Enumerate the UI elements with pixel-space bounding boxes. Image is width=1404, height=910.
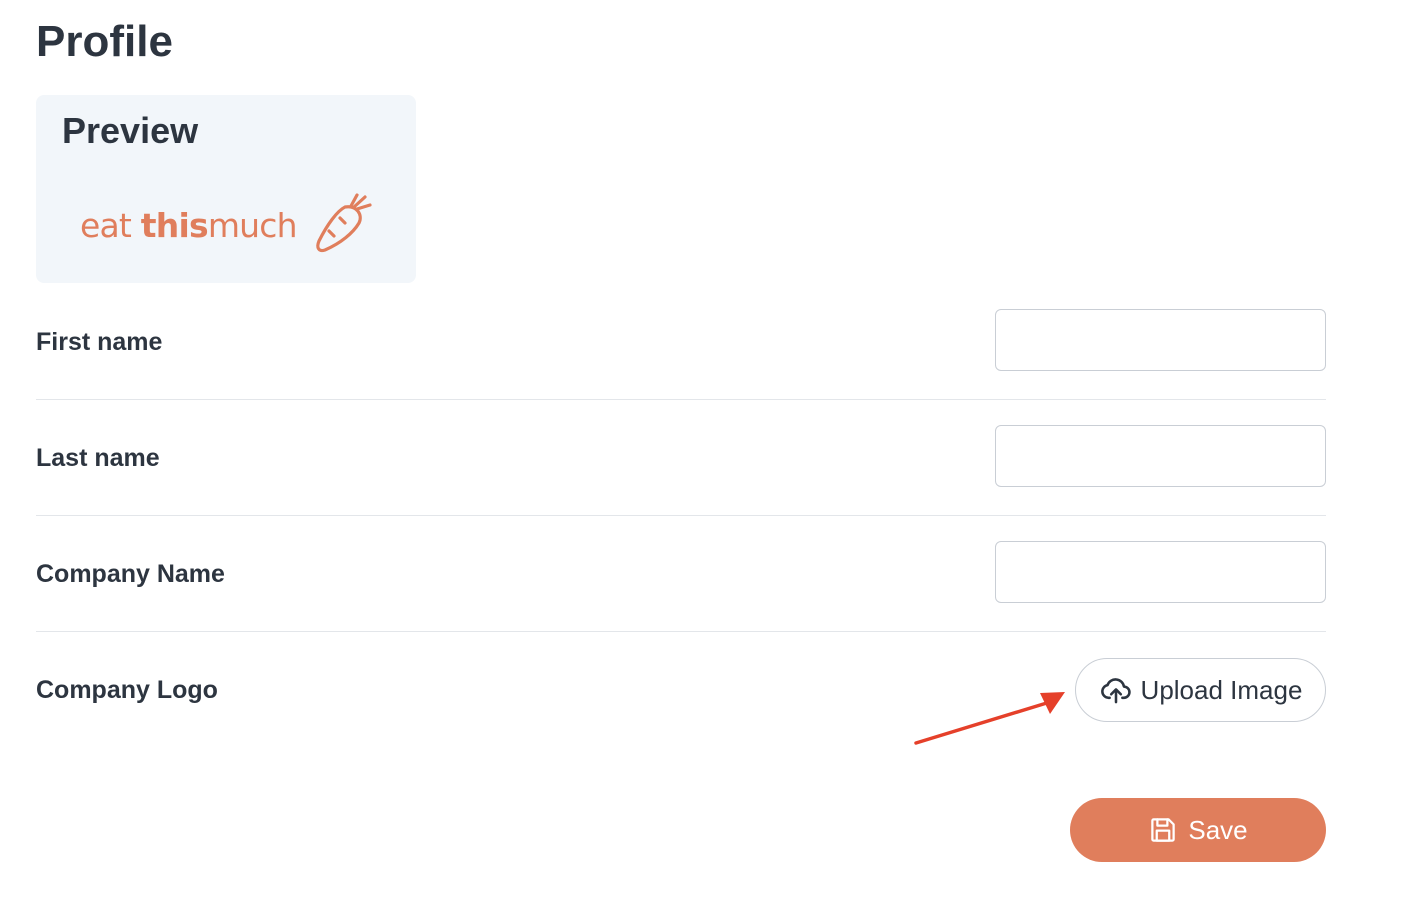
first-name-label: First name [36,328,163,356]
company-logo-preview: eat thismuch [80,191,375,259]
floppy-disk-icon [1151,818,1176,842]
preview-heading: Preview [62,110,199,151]
first-name-input[interactable] [995,309,1326,371]
last-name-label: Last name [36,444,160,472]
first-name-row: First name [36,283,1326,400]
profile-page: Profile Preview eat thismuch First name … [0,0,1404,910]
company-logo-label: Company Logo [36,676,218,704]
save-button[interactable]: Save [1070,798,1326,862]
logo-word-this: this [140,205,209,245]
upload-image-button[interactable]: Upload Image [1075,658,1326,722]
carrot-icon [315,193,372,253]
cloud-upload-icon [1100,678,1131,704]
logo-word-much: much [207,205,298,245]
company-logo-row: Company Logo Upload Image [36,631,1326,747]
last-name-row: Last name [36,399,1326,516]
page-title: Profile [36,17,173,66]
annotation-arrow-icon [914,692,1065,745]
company-name-label: Company Name [36,560,225,588]
company-name-row: Company Name [36,515,1326,632]
preview-card: Preview eat thismuch [36,95,416,283]
last-name-input[interactable] [995,425,1326,487]
save-label: Save [1188,814,1248,845]
company-name-input[interactable] [995,541,1326,603]
upload-image-label: Upload Image [1140,674,1303,705]
logo-word-eat: eat [80,205,132,245]
logo-wordmark: eat thismuch [80,205,298,245]
